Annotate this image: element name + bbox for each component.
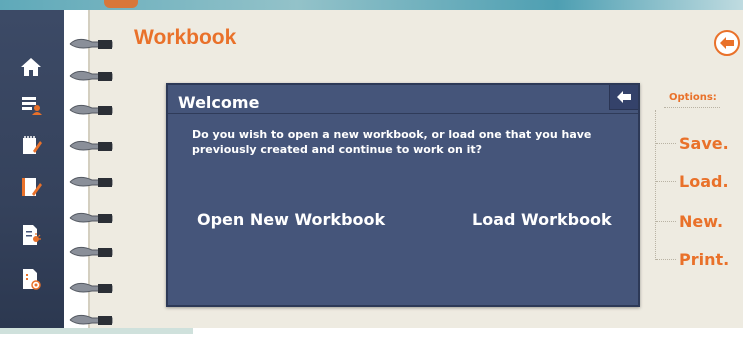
sidebar-item-profile-list[interactable] bbox=[14, 88, 48, 122]
spiral-ring bbox=[69, 314, 113, 325]
spiral-ring bbox=[69, 70, 113, 81]
options-header: Options: bbox=[669, 92, 717, 103]
document-target-icon bbox=[23, 269, 41, 290]
dialog-title-divider bbox=[168, 113, 638, 114]
document-idea-icon bbox=[23, 225, 41, 245]
bottom-accent-strip bbox=[0, 328, 193, 334]
option-new-label: New. bbox=[679, 211, 724, 231]
dialog-back-button[interactable] bbox=[609, 85, 638, 110]
load-workbook-button[interactable]: Load Workbook bbox=[472, 210, 612, 229]
spiral-ring bbox=[69, 38, 113, 49]
sidebar-item-document-target[interactable] bbox=[14, 262, 48, 296]
open-new-workbook-button[interactable]: Open New Workbook bbox=[197, 210, 385, 229]
notepad-edit-icon bbox=[23, 136, 42, 154]
document-edit-icon bbox=[22, 178, 42, 196]
sidebar-item-document-idea[interactable] bbox=[14, 218, 48, 252]
page-title: Workbook bbox=[134, 26, 237, 49]
back-button[interactable] bbox=[714, 30, 740, 56]
option-connector bbox=[656, 220, 676, 222]
spiral-ring bbox=[69, 282, 113, 293]
spiral-ring bbox=[69, 140, 113, 151]
spiral-ring bbox=[69, 176, 113, 187]
dialog-message: Do you wish to open a new workbook, or l… bbox=[192, 128, 592, 156]
spiral-ring bbox=[69, 246, 113, 257]
left-sidebar bbox=[0, 10, 64, 328]
sidebar-item-document-edit[interactable] bbox=[14, 170, 48, 204]
option-connector bbox=[656, 180, 676, 182]
option-print-label: Print. bbox=[679, 249, 730, 269]
option-connector bbox=[656, 258, 676, 260]
spiral-ring bbox=[69, 104, 113, 115]
option-new[interactable]: New. bbox=[656, 211, 723, 231]
sidebar-item-home[interactable] bbox=[14, 50, 48, 84]
arrow-left-icon bbox=[720, 37, 734, 49]
sidebar-item-notepad[interactable] bbox=[14, 128, 48, 162]
options-header-underline bbox=[664, 107, 720, 108]
option-save[interactable]: Save. bbox=[656, 133, 729, 153]
welcome-dialog: Welcome Do you wish to open a new workbo… bbox=[166, 83, 640, 307]
option-load-label: Load. bbox=[679, 171, 729, 191]
option-save-label: Save. bbox=[679, 133, 729, 153]
profile-list-icon bbox=[22, 97, 42, 115]
dialog-title: Welcome bbox=[178, 93, 260, 112]
spiral-ring bbox=[69, 212, 113, 223]
option-print[interactable]: Print. bbox=[656, 249, 729, 269]
top-tab-decoration bbox=[104, 0, 138, 8]
home-icon bbox=[21, 58, 41, 76]
option-connector bbox=[656, 142, 676, 144]
arrow-left-icon bbox=[617, 91, 631, 103]
option-load[interactable]: Load. bbox=[656, 171, 729, 191]
